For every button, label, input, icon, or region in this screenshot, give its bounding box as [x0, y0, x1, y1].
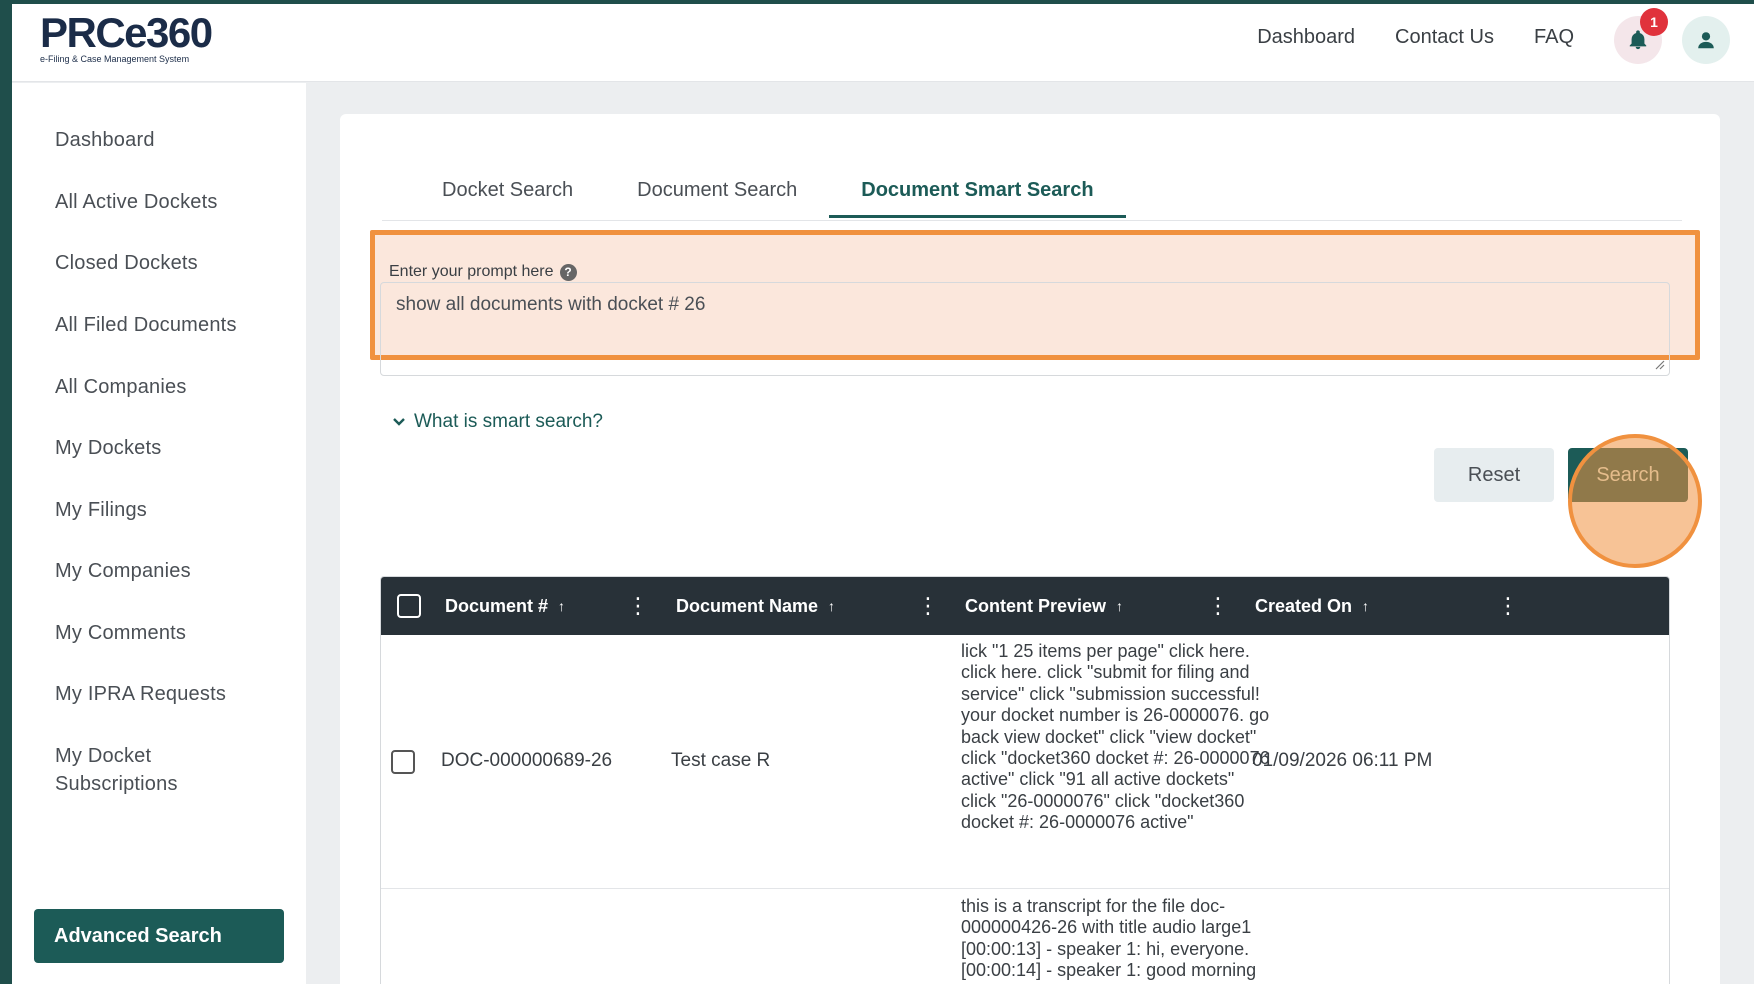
table-row[interactable]: DOC-000000689-26 Test case R lick "1 25 … [381, 635, 1669, 889]
sidebar-item-all-filed-documents[interactable]: All Filed Documents [55, 311, 237, 339]
select-all-checkbox[interactable] [397, 594, 421, 618]
column-menu-icon[interactable]: ⋮ [917, 595, 939, 617]
chevron-down-icon [393, 418, 405, 426]
sidebar-item-all-companies[interactable]: All Companies [55, 373, 187, 401]
column-label: Document # [445, 595, 549, 616]
help-icon[interactable]: ? [559, 263, 577, 281]
tab-document-search[interactable]: Document Search [605, 174, 829, 218]
nav-contact-us[interactable]: Contact Us [1395, 26, 1494, 49]
column-label: Content Preview [965, 595, 1107, 616]
sidebar-item-my-dockets[interactable]: My Dockets [55, 434, 161, 462]
content-preview: lick "1 25 items per page" click here. c… [961, 641, 1270, 833]
prompt-input[interactable]: show all documents with docket # 26 [396, 294, 705, 316]
column-menu-icon[interactable]: ⋮ [627, 595, 649, 617]
user-menu-button[interactable] [1682, 16, 1730, 64]
resize-handle-icon[interactable] [1653, 358, 1665, 370]
tab-docket-search[interactable]: Docket Search [410, 174, 605, 218]
sort-arrow-icon: ↑ [828, 598, 836, 614]
top-nav: Dashboard Contact Us FAQ [1257, 26, 1574, 49]
tab-divider [382, 220, 1682, 221]
sort-arrow-icon: ↑ [1116, 598, 1124, 614]
sidebar-item-my-docket-subscriptions[interactable]: My Docket Subscriptions [55, 742, 235, 798]
created-on: 01/09/2026 06:11 PM [1252, 750, 1433, 771]
sidebar-item-closed-dockets[interactable]: Closed Dockets [55, 249, 198, 277]
reset-button[interactable]: Reset [1434, 448, 1554, 502]
sidebar-item-my-ipra-requests[interactable]: My IPRA Requests [55, 680, 226, 708]
nav-faq[interactable]: FAQ [1534, 26, 1574, 49]
sidebar-item-all-active-dockets[interactable]: All Active Dockets [55, 188, 218, 216]
table-header: Document # ↑ ⋮ Document Name ↑ ⋮ Content… [381, 577, 1669, 635]
nav-dashboard[interactable]: Dashboard [1257, 26, 1355, 49]
row-checkbox[interactable] [391, 750, 415, 774]
sidebar-item-my-filings[interactable]: My Filings [55, 496, 147, 524]
user-icon [1698, 32, 1714, 49]
column-menu-icon[interactable]: ⋮ [1207, 595, 1229, 617]
app-frame: PRCe360 e-Filing & Case Management Syste… [12, 4, 1754, 984]
sort-arrow-icon: ↑ [1362, 598, 1370, 614]
sidebar: Dashboard All Active Dockets Closed Dock… [12, 83, 306, 984]
document-number: DOC-000000689-26 [441, 750, 613, 771]
content-preview: this is a transcript for the file doc-00… [961, 896, 1257, 981]
what-is-smart-search-link[interactable]: What is smart search? [392, 411, 603, 433]
search-tabs: Docket Search Document Search Document S… [410, 174, 1126, 218]
results-table: Document # ↑ ⋮ Document Name ↑ ⋮ Content… [380, 576, 1670, 984]
sidebar-item-dashboard[interactable]: Dashboard [55, 126, 155, 154]
column-label: Document Name [676, 595, 819, 616]
column-header-content-preview[interactable]: Content Preview ↑ [965, 577, 1123, 635]
sidebar-item-my-comments[interactable]: My Comments [55, 619, 186, 647]
table-row[interactable]: this is a transcript for the file doc-00… [381, 890, 1669, 984]
sidebar-item-advanced-search[interactable]: Advanced Search [34, 909, 284, 963]
document-name: Test case R [671, 750, 771, 771]
logo-text: PRCe360 [40, 9, 213, 56]
logo[interactable]: PRCe360 e-Filing & Case Management Syste… [40, 10, 240, 70]
search-button[interactable]: Search [1568, 448, 1688, 502]
column-header-document-name[interactable]: Document Name ↑ [676, 577, 835, 635]
prompt-label-text: Enter your prompt here [389, 263, 554, 280]
sidebar-item-my-companies[interactable]: My Companies [55, 557, 191, 585]
tab-document-smart-search[interactable]: Document Smart Search [829, 174, 1126, 218]
notification-badge: 1 [1640, 8, 1668, 36]
column-menu-icon[interactable]: ⋮ [1497, 595, 1519, 617]
sort-arrow-icon: ↑ [558, 598, 566, 614]
column-label: Created On [1255, 595, 1353, 616]
top-header: PRCe360 e-Filing & Case Management Syste… [12, 4, 1754, 82]
column-header-created-on[interactable]: Created On ↑ [1255, 577, 1369, 635]
smart-link-text: What is smart search? [414, 411, 603, 432]
main-card: Docket Search Document Search Document S… [340, 114, 1720, 984]
column-header-document-no[interactable]: Document # ↑ [445, 577, 565, 635]
prompt-label: Enter your prompt here ? [389, 263, 577, 281]
